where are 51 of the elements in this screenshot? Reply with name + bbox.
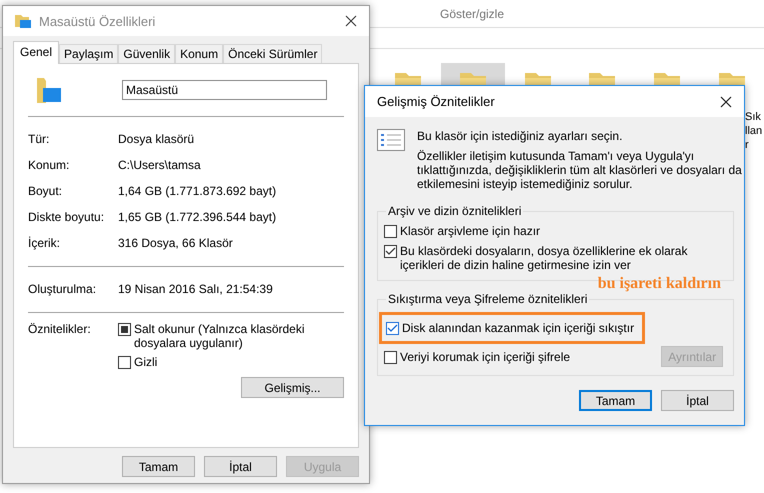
checkbox[interactable] [384, 350, 397, 364]
property-value: C:\Users\tamsa [118, 158, 201, 172]
checkbox-label: Disk alanından kazanmak için içeriği sıkıştır [402, 321, 634, 335]
checkbox[interactable] [384, 225, 397, 238]
dialog-button[interactable]: İptal [204, 456, 277, 477]
group-title: Sıkıştırma veya Şifreleme öznitelikleri [386, 292, 590, 306]
checkbox[interactable] [118, 323, 131, 336]
tab[interactable]: Paylaşım [59, 44, 118, 63]
dialog-button[interactable]: Tamam [122, 456, 195, 477]
property-label: Konum: [28, 158, 70, 172]
checkbox[interactable] [118, 356, 131, 369]
property-value: 316 Dosya, 66 Klasör [118, 236, 233, 250]
folder-icon [15, 14, 31, 28]
annotation-text: bu işareti kaldırın [598, 275, 721, 293]
advanced-button[interactable]: Gelişmiş... [241, 377, 344, 398]
property-value: 19 Nisan 2016 Salı, 21:54:39 [118, 282, 273, 296]
folder-icon [34, 76, 62, 104]
description-text: Özellikler iletişim kutusunda Tamam'ı veya Uygula'yı tıklattığınızda, değişikliklerin tüm alt klasörleri ve dosyaları da etkilemesini isteyip istemediğiniz sorulur. [417, 149, 743, 191]
folder-label: r [745, 138, 750, 152]
tab[interactable]: Genel [13, 41, 60, 64]
folder-label: Sık [745, 110, 762, 124]
property-label: İçerik: [28, 236, 62, 250]
property-label: Boyut: [28, 184, 64, 198]
close-icon[interactable] [345, 15, 357, 27]
property-label: Tür: [28, 132, 50, 146]
folder-label: llan [745, 124, 762, 138]
tab[interactable]: Güvenlik [118, 44, 176, 63]
checkbox[interactable] [386, 322, 399, 335]
dialog-button[interactable]: Tamam [579, 390, 652, 411]
tab[interactable]: Önceki Sürümler [223, 44, 322, 63]
dialog-button[interactable]: İptal [661, 390, 734, 411]
property-value: 1,65 GB (1.772.396.544 bayt) [118, 210, 276, 224]
checkbox-label: Bu klasördeki dosyaların, dosya özelliklerine ek olarak içerikleri de dizin haline getirmesine izin ver [400, 244, 688, 272]
group-title: Arşiv ve dizin öznitelikleri [386, 204, 524, 218]
checklist-icon [377, 129, 405, 151]
close-icon[interactable] [720, 96, 732, 108]
checkbox-label: Gizli [134, 355, 158, 369]
ribbon-group-label: Göster/gizle [440, 6, 504, 20]
tab[interactable]: Konum [175, 44, 224, 63]
checkbox-label: Veriyi korumak için içeriği şifrele [400, 350, 570, 364]
window-title: Masaüstü Özellikleri [39, 14, 156, 28]
checkbox-label: Klasör arşivleme için hazır [400, 224, 540, 238]
property-label: Diskte boyutu: [28, 210, 106, 224]
name-field[interactable]: Masaüstü [122, 80, 327, 100]
property-value: Dosya klasörü [118, 132, 194, 146]
checkbox[interactable] [384, 245, 397, 258]
property-value: 1,64 GB (1.771.873.692 bayt) [118, 184, 276, 198]
property-label: Oluşturulma: [28, 282, 98, 296]
property-label: Öznitelikler: [28, 322, 92, 338]
window-title: Gelişmiş Öznitelikler [377, 94, 496, 109]
checkbox-label: Salt okunur (Yalnızca klasördeki dosyalara uygulanır) [134, 322, 306, 350]
